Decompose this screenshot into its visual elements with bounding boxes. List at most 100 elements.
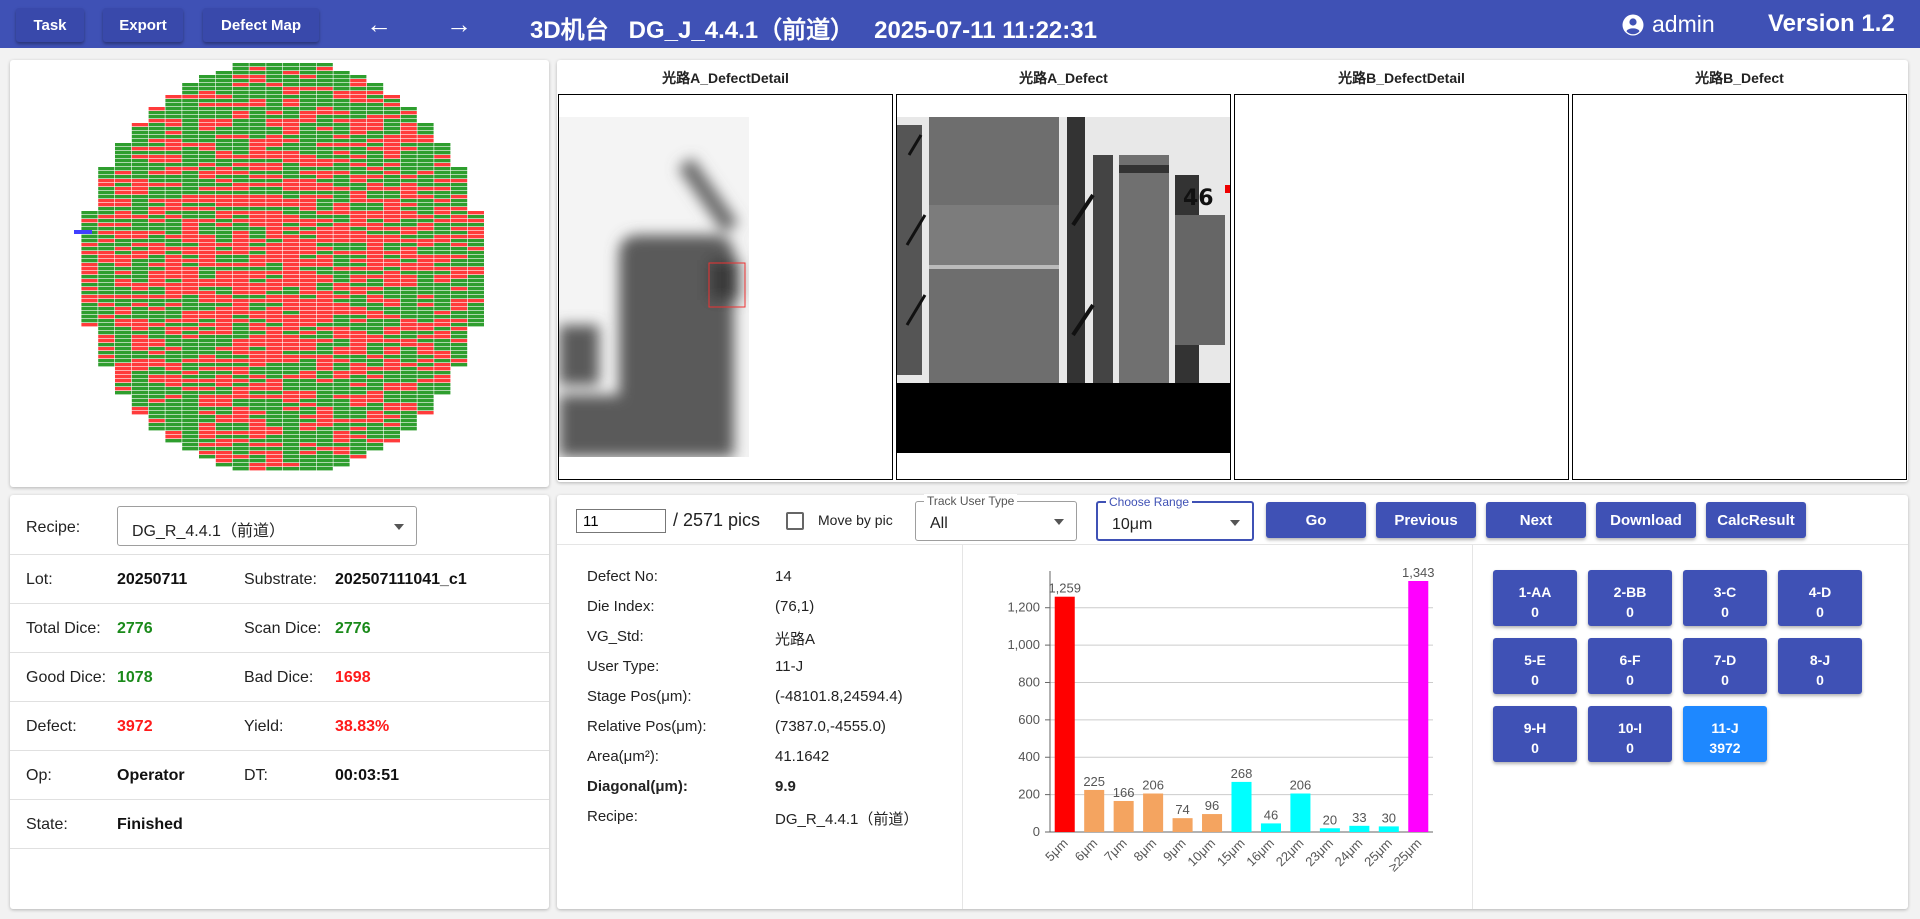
wafer-die[interactable] [350,195,367,199]
wafer-die[interactable] [283,183,300,187]
wafer-die[interactable] [299,311,316,315]
wafer-die[interactable] [299,255,316,259]
wafer-die[interactable] [266,375,283,379]
wafer-die[interactable] [316,79,333,83]
wafer-die[interactable] [266,455,283,459]
wafer-die[interactable] [383,95,400,99]
wafer-die[interactable] [266,71,283,75]
wafer-die[interactable] [115,283,132,287]
wafer-die[interactable] [383,307,400,311]
wafer-die[interactable] [232,115,249,119]
wafer-die[interactable] [299,123,316,127]
wafer-die[interactable] [283,159,300,163]
wafer-die[interactable] [148,195,165,199]
wafer-die[interactable] [333,299,350,303]
wafer-die[interactable] [232,219,249,223]
wafer-die[interactable] [215,207,232,211]
wafer-die[interactable] [115,239,132,243]
wafer-die[interactable] [383,251,400,255]
wafer-die[interactable] [350,171,367,175]
wafer-die[interactable] [165,383,182,387]
wafer-die[interactable] [451,355,468,359]
wafer-die[interactable] [249,119,266,123]
wafer-die[interactable] [232,327,249,331]
wafer-die[interactable] [350,223,367,227]
wafer-die[interactable] [215,123,232,127]
wafer-die[interactable] [417,131,434,135]
wafer-die[interactable] [215,235,232,239]
wafer-die[interactable] [182,319,199,323]
user-type-button[interactable]: 7-D 0 [1683,638,1767,694]
wafer-die[interactable] [400,263,417,267]
wafer-die[interactable] [98,199,115,203]
wafer-die[interactable] [199,435,216,439]
wafer-die[interactable] [266,451,283,455]
wafer-die[interactable] [165,159,182,163]
wafer-die[interactable] [283,267,300,271]
wafer-die[interactable] [400,347,417,351]
wafer-die[interactable] [400,403,417,407]
wafer-die[interactable] [333,323,350,327]
wafer-die[interactable] [333,111,350,115]
wafer-die[interactable] [299,359,316,363]
wafer-die[interactable] [266,395,283,399]
wafer-die[interactable] [182,131,199,135]
wafer-die[interactable] [115,215,132,219]
wafer-die[interactable] [350,399,367,403]
wafer-die[interactable] [283,407,300,411]
wafer-die[interactable] [316,163,333,167]
wafer-die[interactable] [383,399,400,403]
wafer-die[interactable] [299,251,316,255]
wafer-die[interactable] [165,371,182,375]
wafer-die[interactable] [350,379,367,383]
wafer-die[interactable] [400,147,417,151]
wafer-die[interactable] [215,179,232,183]
wafer-die[interactable] [98,283,115,287]
wafer-die[interactable] [266,75,283,79]
wafer-die[interactable] [316,239,333,243]
wafer-die[interactable] [215,447,232,451]
wafer-die[interactable] [299,415,316,419]
wafer-die[interactable] [131,351,148,355]
wafer-die[interactable] [283,263,300,267]
wafer-die[interactable] [199,147,216,151]
wafer-die[interactable] [400,235,417,239]
wafer-die[interactable] [434,359,451,363]
wafer-die[interactable] [249,191,266,195]
wafer-die[interactable] [367,411,384,415]
wafer-die[interactable] [232,351,249,355]
wafer-die[interactable] [367,135,384,139]
wafer-die[interactable] [383,395,400,399]
wafer-die[interactable] [316,71,333,75]
wafer-die[interactable] [98,311,115,315]
wafer-die[interactable] [283,307,300,311]
wafer-die[interactable] [350,307,367,311]
wafer-die[interactable] [400,143,417,147]
wafer-die[interactable] [350,299,367,303]
wafer-die[interactable] [350,275,367,279]
wafer-die[interactable] [333,83,350,87]
wafer-die[interactable] [350,267,367,271]
wafer-die[interactable] [400,311,417,315]
wafer-die[interactable] [299,263,316,267]
wafer-die[interactable] [383,103,400,107]
wafer-die[interactable] [367,219,384,223]
wafer-die[interactable] [215,203,232,207]
wafer-die[interactable] [232,267,249,271]
wafer-die[interactable] [299,331,316,335]
wafer-die[interactable] [266,143,283,147]
wafer-die[interactable] [182,331,199,335]
wafer-die[interactable] [451,263,468,267]
wafer-die[interactable] [283,91,300,95]
wafer-die[interactable] [232,235,249,239]
wafer-die[interactable] [367,435,384,439]
wafer-die[interactable] [367,415,384,419]
wafer-die[interactable] [148,283,165,287]
wafer-die[interactable] [199,227,216,231]
wafer-die[interactable] [266,371,283,375]
wafer-die[interactable] [131,151,148,155]
wafer-die[interactable] [350,75,367,79]
wafer-die[interactable] [333,279,350,283]
wafer-die[interactable] [367,207,384,211]
wafer-die[interactable] [350,391,367,395]
